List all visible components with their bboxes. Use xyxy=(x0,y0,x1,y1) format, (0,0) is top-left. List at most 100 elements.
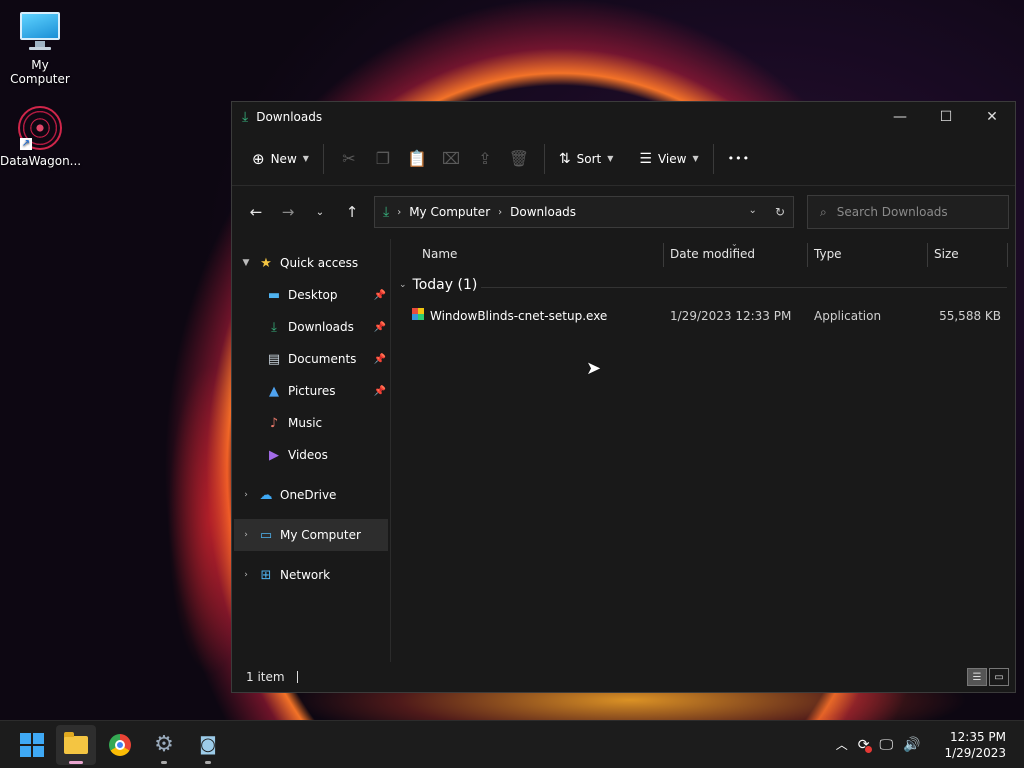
nav-label: OneDrive xyxy=(280,488,337,502)
column-divider[interactable] xyxy=(927,243,928,267)
share-icon[interactable]: ⇪ xyxy=(468,143,502,175)
group-header-today[interactable]: ⌄ Today (1) xyxy=(399,277,477,293)
taskbar-chrome[interactable] xyxy=(100,725,140,765)
nav-onedrive[interactable]: › ☁ OneDrive xyxy=(232,479,390,511)
star-icon: ★ xyxy=(260,255,272,271)
taskbar-settings[interactable]: ⚙ xyxy=(144,725,184,765)
volume-icon[interactable]: 🔊 xyxy=(903,737,920,753)
nav-label: Downloads xyxy=(288,320,354,334)
datawagon-mandala-icon: ↗ xyxy=(18,106,62,150)
rename-icon[interactable]: ⌧ xyxy=(434,143,468,175)
navigation-pane: ▼ ★ Quick access ▬ Desktop 📌 ⤓ Downloads… xyxy=(232,239,391,662)
download-arrow-icon: ⤓ xyxy=(383,204,390,220)
gear-icon: ⚙ xyxy=(154,732,174,757)
shortcut-arrow-icon: ↗ xyxy=(20,138,32,150)
breadcrumb-separator-icon: › xyxy=(498,206,503,218)
monitor-icon: ▭ xyxy=(259,527,273,543)
search-box[interactable]: ⌕ xyxy=(807,195,1009,229)
chevron-up-icon[interactable]: ︿ xyxy=(836,736,848,753)
sync-icon[interactable]: ⟳ xyxy=(858,737,872,753)
chevron-right-icon[interactable]: › xyxy=(238,490,254,500)
taskbar-installer[interactable]: ◙ xyxy=(188,725,228,765)
nav-label: Videos xyxy=(288,448,328,462)
file-type: Application xyxy=(814,309,882,323)
item-count: 1 item xyxy=(246,670,285,684)
running-indicator xyxy=(205,760,211,764)
address-dropdown-icon[interactable]: ⌄ xyxy=(749,205,757,219)
nav-downloads[interactable]: ⤓ Downloads 📌 xyxy=(232,311,390,343)
taskbar: ⚙ ◙ ︿ ⟳ 🖵 🔊 12:35 PM 1/29/2023 xyxy=(0,720,1024,768)
title-bar[interactable]: ⤓ Downloads — ☐ ✕ xyxy=(232,102,1015,132)
download-arrow-icon: ⤓ xyxy=(271,319,277,335)
search-icon: ⌕ xyxy=(820,204,827,219)
nav-documents[interactable]: ▤ Documents 📌 xyxy=(232,343,390,375)
column-divider[interactable] xyxy=(663,243,664,267)
breadcrumb-my-computer[interactable]: My Computer xyxy=(409,205,490,219)
cut-icon[interactable]: ✂ xyxy=(332,143,366,175)
desktop-icon-label: My Computer xyxy=(10,58,70,86)
installer-icon xyxy=(411,307,425,324)
breadcrumb-separator-icon: › xyxy=(397,206,402,218)
nav-network[interactable]: › ⊞ Network xyxy=(232,559,390,591)
address-bar[interactable]: ⤓ › My Computer › Downloads ⌄ ↻ xyxy=(374,196,794,228)
up-button[interactable]: ↑ xyxy=(336,196,368,228)
desktop-icon-my-computer[interactable]: My Computer xyxy=(0,10,80,86)
paste-icon[interactable]: 📋 xyxy=(400,143,434,175)
taskbar-file-explorer[interactable] xyxy=(56,724,96,765)
nav-quick-access[interactable]: ▼ ★ Quick access xyxy=(232,247,390,279)
refresh-icon[interactable]: ↻ xyxy=(775,205,785,219)
system-tray: ︿ ⟳ 🖵 🔊 12:35 PM 1/29/2023 xyxy=(836,729,1024,761)
start-button[interactable] xyxy=(12,725,52,765)
column-divider[interactable] xyxy=(1007,243,1008,267)
column-header-name[interactable]: Name xyxy=(422,247,457,261)
chevron-down-icon: ▼ xyxy=(302,154,309,163)
column-header-date-modified[interactable]: Date modified xyxy=(670,247,755,261)
desktop-icon: ▬ xyxy=(267,287,281,303)
status-bar: 1 item ☰ ▭ xyxy=(232,662,1015,692)
file-size: 55,588 KB xyxy=(939,309,1001,323)
group-label: Today (1) xyxy=(412,277,478,293)
forward-button[interactable]: → xyxy=(272,196,304,228)
nav-music[interactable]: ♪ Music xyxy=(232,407,390,439)
nav-label: Desktop xyxy=(288,288,338,302)
view-button[interactable]: ☰ View ▼ xyxy=(633,143,704,175)
network-monitor-icon[interactable]: 🖵 xyxy=(880,737,894,753)
column-header-type[interactable]: Type xyxy=(814,247,842,261)
chevron-down-icon[interactable]: ▼ xyxy=(238,258,254,268)
clock[interactable]: 12:35 PM 1/29/2023 xyxy=(944,729,1006,761)
sort-button[interactable]: ⇅ Sort ▼ xyxy=(553,143,620,175)
large-icons-view-icon[interactable]: ▭ xyxy=(989,668,1009,686)
breadcrumb-downloads[interactable]: Downloads xyxy=(510,205,576,219)
chevron-right-icon[interactable]: › xyxy=(238,570,254,580)
nav-my-computer[interactable]: › ▭ My Computer xyxy=(234,519,388,551)
nav-videos[interactable]: ▶ Videos xyxy=(232,439,390,471)
delete-icon[interactable]: 🗑 xyxy=(502,143,536,175)
nav-label: Network xyxy=(280,568,331,582)
back-button[interactable]: ← xyxy=(240,196,272,228)
column-header-size[interactable]: Size xyxy=(934,247,959,261)
chevron-down-icon: ⌄ xyxy=(399,280,407,290)
desktop-icon-datawagon[interactable]: ↗ DataWagon... xyxy=(0,106,81,168)
nav-desktop[interactable]: ▬ Desktop 📌 xyxy=(232,279,390,311)
mouse-pointer-icon: ➤ xyxy=(586,358,602,379)
maximize-button[interactable]: ☐ xyxy=(923,102,969,132)
more-options-button[interactable]: ••• xyxy=(722,143,756,175)
window-title: Downloads xyxy=(256,110,323,124)
nav-label: Pictures xyxy=(288,384,336,398)
table-row[interactable]: WindowBlinds-cnet-setup.exe 1/29/2023 12… xyxy=(407,303,1001,329)
sort-arrows-icon: ⇅ xyxy=(558,150,571,167)
close-button[interactable]: ✕ xyxy=(969,102,1015,132)
file-name: WindowBlinds-cnet-setup.exe xyxy=(430,309,608,323)
minimize-button[interactable]: — xyxy=(877,102,923,132)
pin-icon: 📌 xyxy=(373,321,386,333)
recent-locations-button[interactable]: ⌄ xyxy=(304,196,336,228)
details-view-icon[interactable]: ☰ xyxy=(967,668,987,686)
column-divider[interactable] xyxy=(807,243,808,267)
chevron-right-icon[interactable]: › xyxy=(238,530,254,540)
copy-icon[interactable]: ❐ xyxy=(366,143,400,175)
search-input[interactable] xyxy=(836,205,987,219)
video-icon: ▶ xyxy=(269,447,279,463)
new-button[interactable]: ⊕ New ▼ xyxy=(246,143,315,175)
sort-label: Sort xyxy=(576,151,602,166)
nav-pictures[interactable]: ▲ Pictures 📌 xyxy=(232,375,390,407)
